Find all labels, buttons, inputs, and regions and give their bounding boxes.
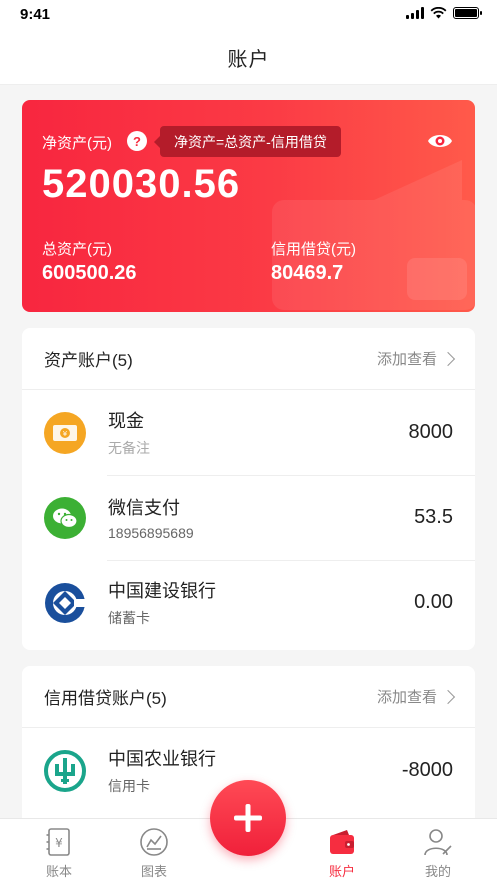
nav-bar: 账户 [0, 30, 497, 85]
account-note: 18956895689 [108, 525, 194, 541]
account-amount: 8000 [408, 421, 454, 443]
account-name: 微信支付 [108, 498, 180, 518]
total-assets-value: 600500.26 [42, 262, 137, 284]
status-bar: 9:41 [0, 0, 497, 30]
account-row-cash[interactable]: ¥ 现金 无备注 8000 [22, 390, 475, 475]
battery-icon [453, 7, 482, 19]
chevron-right-icon [440, 689, 456, 704]
chevron-right-icon [440, 351, 456, 366]
account-row-wechat[interactable]: 微信支付 18956895689 53.5 [22, 475, 475, 560]
tab-label: 图表 [140, 864, 167, 879]
wallet-decoration-flap [374, 160, 462, 200]
tab-chart[interactable]: 图表 [119, 827, 189, 880]
page-title: 账户 [227, 48, 270, 71]
net-assets-label: 净资产(元) [42, 135, 112, 152]
net-assets-tooltip: 净资产=总资产-信用借贷 [154, 126, 341, 157]
abc-bank-icon [44, 749, 86, 792]
ccb-bank-icon [44, 581, 86, 624]
ledger-icon: ¥ [46, 828, 70, 856]
tab-accounts[interactable]: 账户 [307, 827, 377, 880]
wallet-icon [330, 830, 354, 854]
credit-accounts-header: 信用借贷账户(5) 添加查看 [22, 666, 475, 728]
wifi-icon [430, 7, 447, 19]
account-note: 无备注 [108, 440, 150, 456]
help-icon[interactable]: ? [127, 131, 147, 151]
account-amount: 0.00 [414, 591, 453, 613]
tab-profile[interactable]: 我的 [403, 827, 473, 880]
cash-icon: ¥ [44, 411, 86, 454]
net-assets-card: 净资产(元) ? 净资产=总资产-信用借贷 520030.56 总资产(元) 6… [22, 100, 475, 312]
tab-ledger[interactable]: ¥ 账本 [24, 827, 94, 880]
credit-debt-value: 80469.7 [271, 262, 344, 284]
chart-icon [140, 828, 168, 856]
tab-label: 账户 [328, 864, 355, 879]
account-amount: -8000 [401, 759, 453, 781]
wechat-icon [44, 496, 86, 539]
svg-text:¥: ¥ [63, 430, 68, 438]
net-assets-value: 520030.56 [42, 162, 241, 206]
plus-icon [234, 804, 262, 832]
account-amount: 53.5 [414, 506, 453, 528]
account-note: 储蓄卡 [108, 610, 150, 626]
account-row-ccb[interactable]: 中国建设银行 储蓄卡 0.00 [22, 560, 475, 645]
add-view-label: 添加查看 [376, 689, 437, 706]
tab-label: 账本 [45, 864, 72, 879]
asset-accounts-header: 资产账户(5) 添加查看 [22, 328, 475, 390]
wallet-decoration-clasp [407, 258, 467, 300]
add-record-button[interactable] [210, 780, 286, 856]
total-assets-label: 总资产(元) [42, 241, 112, 258]
status-time: 9:41 [20, 6, 51, 23]
status-icons [406, 7, 482, 19]
profile-icon [424, 829, 452, 856]
section-title: 资产账户(5) [44, 351, 133, 370]
account-name: 现金 [108, 411, 144, 431]
asset-accounts-section: 资产账户(5) 添加查看 ¥ 现金 无备注 8000 微信支付 18956895… [22, 328, 475, 650]
signal-icon [406, 7, 424, 19]
credit-debt-label: 信用借贷(元) [271, 241, 356, 258]
add-view-link[interactable]: 添加查看 [376, 348, 456, 369]
svg-text:¥: ¥ [55, 836, 63, 850]
add-view-label: 添加查看 [376, 351, 437, 368]
account-name: 中国农业银行 [108, 749, 216, 769]
section-title: 信用借贷账户(5) [44, 689, 167, 708]
add-view-link[interactable]: 添加查看 [376, 686, 456, 707]
eye-icon[interactable] [427, 130, 453, 152]
account-name: 中国建设银行 [108, 581, 216, 601]
tab-label: 我的 [424, 864, 451, 879]
